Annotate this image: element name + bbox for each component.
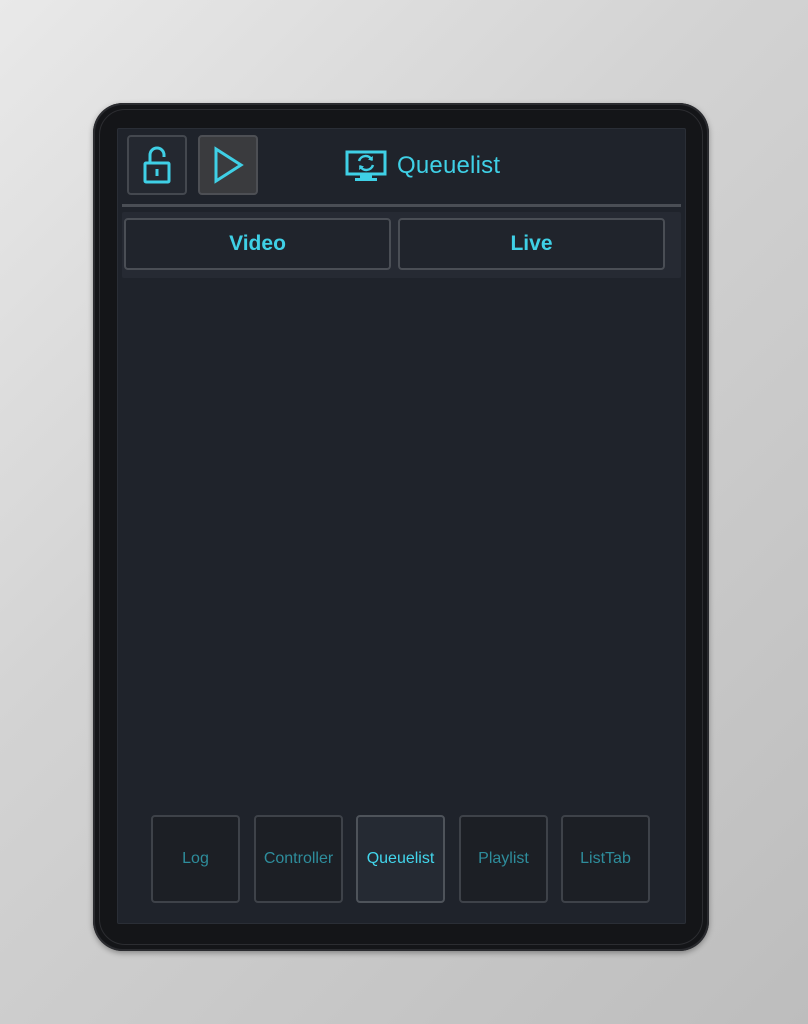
page-title-group: Queuelist [345,148,500,184]
tab-live[interactable]: Live [398,218,665,270]
tablet-frame: Queuelist Video Live Log Controller Queu… [93,103,709,951]
play-triangle-icon [214,146,244,184]
queue-list-area[interactable] [117,278,686,814]
tab-bar: Video Live [122,212,681,278]
header-divider [122,204,681,207]
nav-listtab-button[interactable]: ListTab [561,815,650,903]
lock-button[interactable] [127,135,187,195]
page-title: Queuelist [397,152,501,179]
nav-queuelist-button[interactable]: Queuelist [356,815,445,903]
unlocked-padlock-icon [143,146,171,184]
monitor-sync-icon [345,150,387,181]
nav-controller-button[interactable]: Controller [254,815,343,903]
nav-log-button[interactable]: Log [151,815,240,903]
top-bar: Queuelist [117,128,686,207]
bottom-navigation: Log Controller Queuelist Playlist ListTa… [151,815,651,905]
play-button[interactable] [198,135,258,195]
nav-playlist-button[interactable]: Playlist [459,815,548,903]
app-screen: Queuelist Video Live Log Controller Queu… [117,128,686,924]
tab-video[interactable]: Video [124,218,391,270]
